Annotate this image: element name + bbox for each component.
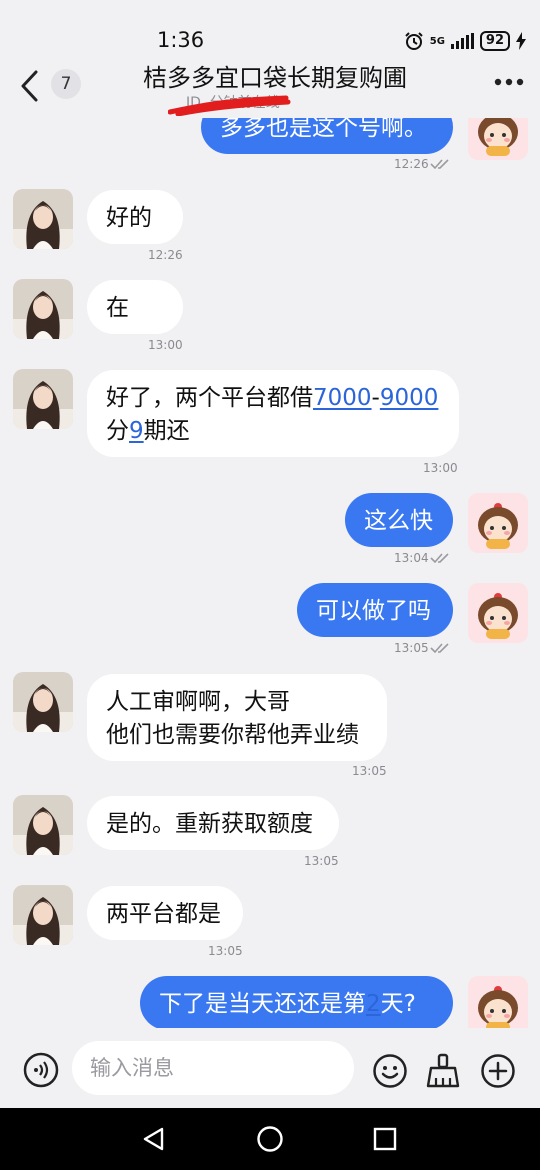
unread-count-badge: 7 xyxy=(51,69,81,99)
voice-icon[interactable] xyxy=(22,1051,60,1089)
message-text: 天? xyxy=(380,991,416,1017)
plus-icon[interactable] xyxy=(480,1053,516,1089)
message-line: 好了，两个平台都借7000-9000 xyxy=(106,382,440,415)
avatar[interactable] xyxy=(13,885,73,945)
composer-bar xyxy=(0,1028,540,1108)
message-input[interactable] xyxy=(72,1041,354,1095)
message-line: 他们也需要你帮他弄业绩 xyxy=(106,719,368,752)
broom-icon[interactable] xyxy=(424,1052,462,1090)
message-bubble-outgoing[interactable]: 这么快 xyxy=(345,493,453,547)
number-link[interactable]: 7000 xyxy=(313,385,372,411)
charging-icon xyxy=(516,32,526,50)
message-time: 13:00 xyxy=(423,461,458,475)
message-bubble-incoming[interactable]: 人工审啊啊，大哥他们也需要你帮他弄业绩 xyxy=(87,674,387,761)
alarm-icon xyxy=(405,32,423,50)
message-text: 下了是当天还还是第 xyxy=(159,991,366,1017)
double-check-icon xyxy=(430,159,449,170)
message-text: 好了，两个平台都借 xyxy=(106,385,313,411)
avatar[interactable] xyxy=(13,189,73,249)
message-text: - xyxy=(371,385,380,411)
chat-title: 桔多多宜口袋长期复购圃 xyxy=(143,64,407,92)
avatar[interactable] xyxy=(468,493,528,553)
redaction-scribble xyxy=(168,95,291,116)
message-time: 12:26 xyxy=(148,248,183,262)
nav-home-icon[interactable] xyxy=(256,1125,284,1153)
avatar[interactable] xyxy=(13,672,73,732)
nav-recent-icon[interactable] xyxy=(372,1126,398,1152)
double-check-icon xyxy=(430,553,449,564)
back-arrow-icon[interactable] xyxy=(14,66,48,106)
more-icon[interactable] xyxy=(494,76,524,88)
avatar[interactable] xyxy=(468,118,528,160)
number-link[interactable]: 9000 xyxy=(380,385,439,411)
status-icons: 5G 92 xyxy=(404,28,526,54)
avatar[interactable] xyxy=(13,795,73,855)
message-line: 下了是当天还还是第2天? xyxy=(159,988,434,1021)
message-time: 13:05 xyxy=(304,854,339,868)
message-time: 13:04 xyxy=(394,551,429,565)
battery-level: 92 xyxy=(479,31,510,51)
avatar[interactable] xyxy=(468,583,528,643)
message-time: 13:05 xyxy=(394,641,429,655)
nav-back-icon[interactable] xyxy=(141,1126,167,1152)
avatar[interactable] xyxy=(468,976,528,1028)
message-bubble-outgoing[interactable]: 下了是当天还还是第2天? xyxy=(140,976,453,1028)
message-bubble-outgoing[interactable]: 可以做了吗 xyxy=(297,583,453,637)
message-bubble-incoming[interactable]: 在 xyxy=(87,280,183,334)
network-type: 5G xyxy=(429,35,445,47)
emoji-icon[interactable] xyxy=(372,1053,408,1089)
message-time: 13:05 xyxy=(208,944,243,958)
message-text: 期还 xyxy=(143,418,190,444)
message-bubble-incoming[interactable]: 好了，两个平台都借7000-9000 分9期还 xyxy=(87,370,459,457)
signal-icon xyxy=(450,33,474,49)
double-check-icon xyxy=(430,643,449,654)
message-text: 他们也需要你帮他弄业绩 xyxy=(106,722,359,748)
message-line: 分9期还 xyxy=(106,415,440,448)
message-bubble-incoming[interactable]: 好的 xyxy=(87,190,183,244)
message-text: 分 xyxy=(106,418,129,444)
message-bubble-incoming[interactable]: 两平台都是 xyxy=(87,886,243,940)
message-list[interactable]: 多多也是这个号啊。 12:26 好的 12:26 在 13:00 好了，两个平台… xyxy=(0,118,540,1028)
message-time: 13:05 xyxy=(352,764,387,778)
message-line: 人工审啊啊，大哥 xyxy=(106,686,368,719)
message-time: 13:00 xyxy=(148,338,183,352)
message-text: 人工审啊啊，大哥 xyxy=(106,689,290,715)
message-time: 12:26 xyxy=(394,157,429,171)
message-bubble-outgoing[interactable]: 多多也是这个号啊。 xyxy=(201,118,453,154)
number-link[interactable]: 9 xyxy=(129,418,144,444)
status-time: 1:36 xyxy=(157,28,205,52)
message-bubble-incoming[interactable]: 是的。重新获取额度 xyxy=(87,796,339,850)
system-nav-bar xyxy=(0,1108,540,1170)
number-link[interactable]: 2 xyxy=(366,991,381,1017)
avatar[interactable] xyxy=(13,369,73,429)
avatar[interactable] xyxy=(13,279,73,339)
